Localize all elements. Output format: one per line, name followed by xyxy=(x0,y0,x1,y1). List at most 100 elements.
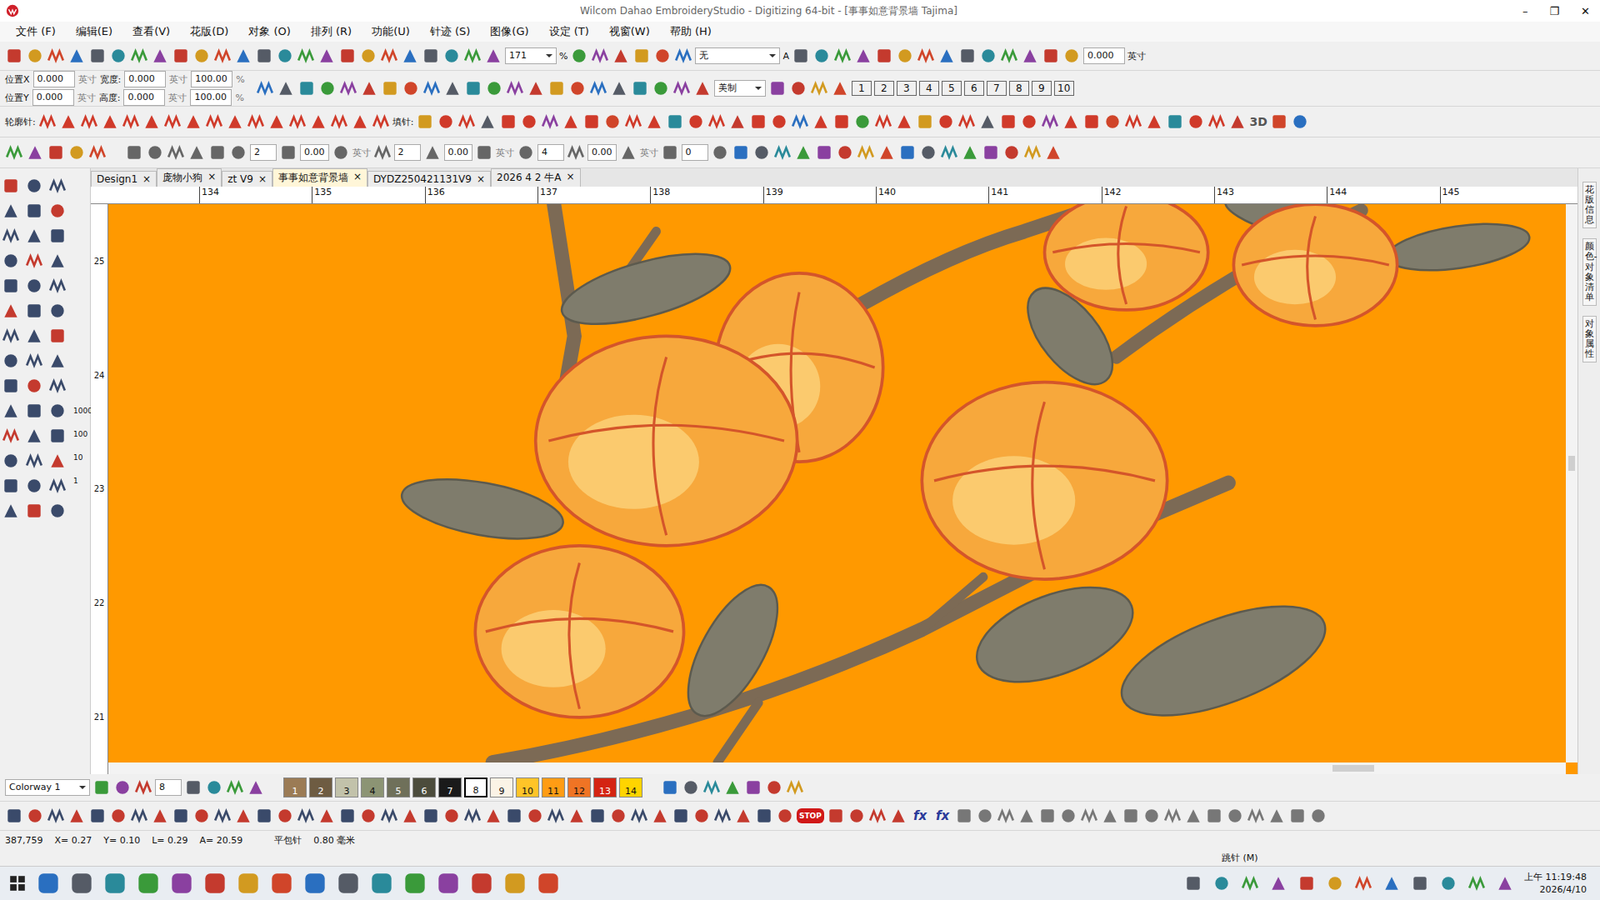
number-button[interactable]: 5 xyxy=(941,80,962,96)
tool-icon[interactable] xyxy=(1309,806,1328,825)
tool-icon[interactable] xyxy=(1145,112,1164,131)
tool-icon[interactable] xyxy=(464,79,483,98)
fx-button[interactable]: fx xyxy=(932,808,953,824)
tool-icon[interactable] xyxy=(960,143,980,162)
tool-icon[interactable] xyxy=(80,112,99,131)
tool-icon[interactable] xyxy=(978,112,997,131)
taskbar-app-icon[interactable] xyxy=(136,871,160,895)
tool-icon[interactable] xyxy=(811,112,830,131)
tool-icon[interactable] xyxy=(723,778,742,797)
tool-icon[interactable] xyxy=(48,201,67,220)
tool-icon[interactable] xyxy=(505,79,525,98)
tool-icon[interactable] xyxy=(255,79,275,98)
color-swatch[interactable]: 9 xyxy=(490,777,514,798)
tool-icon[interactable] xyxy=(288,112,307,131)
tool-icon[interactable] xyxy=(707,112,726,131)
menu-item[interactable]: 查看(V) xyxy=(125,24,178,40)
tool-icon[interactable] xyxy=(67,46,86,65)
tool-icon[interactable] xyxy=(713,806,732,825)
clock[interactable]: 上午 11:19:48 2026/4/10 xyxy=(1524,870,1592,896)
tool-icon[interactable] xyxy=(582,112,601,131)
number-button[interactable]: 3 xyxy=(896,80,917,96)
tool-icon[interactable] xyxy=(547,79,566,98)
tool-icon[interactable] xyxy=(856,143,875,162)
tool-icon[interactable] xyxy=(520,112,539,131)
tool-icon[interactable] xyxy=(1,201,20,220)
tool-icon[interactable] xyxy=(791,46,810,65)
tool-icon[interactable] xyxy=(330,112,349,131)
tool-icon[interactable] xyxy=(567,806,586,825)
tool-icon[interactable] xyxy=(38,112,57,131)
tool-icon[interactable] xyxy=(359,46,378,65)
tool-icon[interactable] xyxy=(660,778,680,797)
tool-icon[interactable] xyxy=(145,143,165,162)
tool-icon[interactable] xyxy=(765,778,784,797)
tool-icon[interactable] xyxy=(833,46,852,65)
tool-icon[interactable] xyxy=(373,143,392,162)
tool-icon[interactable] xyxy=(611,46,630,65)
step-label[interactable]: 100 xyxy=(73,430,93,439)
tool-icon[interactable] xyxy=(205,778,224,797)
taskbar-app-icon[interactable] xyxy=(436,871,460,895)
tool-icon[interactable] xyxy=(1267,806,1286,825)
tool-icon[interactable] xyxy=(255,46,274,65)
tool-icon[interactable] xyxy=(309,112,328,131)
tool-icon[interactable] xyxy=(1495,874,1515,893)
color-swatch[interactable]: 7 xyxy=(438,777,462,798)
colorway-select[interactable]: Colorway 1 xyxy=(5,779,90,796)
tool-icon[interactable] xyxy=(225,778,245,797)
tool-icon[interactable] xyxy=(25,46,45,65)
tool-icon[interactable] xyxy=(936,112,955,131)
tool-icon[interactable] xyxy=(276,79,295,98)
tool-icon[interactable] xyxy=(25,143,45,162)
tool-icon[interactable] xyxy=(25,451,44,470)
taskbar-app-icon[interactable] xyxy=(503,871,527,895)
tool-icon[interactable] xyxy=(88,46,107,65)
window-control[interactable]: ✕ xyxy=(1575,5,1595,18)
tool-icon[interactable] xyxy=(48,501,67,520)
close-tab-button[interactable]: × xyxy=(142,173,151,185)
tool-icon[interactable] xyxy=(1184,806,1203,825)
tool-icon[interactable] xyxy=(1163,806,1182,825)
tool-icon[interactable] xyxy=(134,778,153,797)
tool-icon[interactable] xyxy=(130,46,149,65)
tool-icon[interactable] xyxy=(48,376,67,395)
number-button[interactable]: 7 xyxy=(986,80,1007,96)
tool-icon[interactable] xyxy=(1041,46,1060,65)
tool-icon[interactable] xyxy=(693,79,712,98)
close-tab-button[interactable]: × xyxy=(565,170,575,185)
three-d-button[interactable]: 3D xyxy=(1249,115,1267,129)
tool-icon[interactable] xyxy=(645,112,664,131)
color-swatch[interactable]: 1 xyxy=(283,777,307,798)
tool-icon[interactable] xyxy=(1,501,20,520)
tool-icon[interactable] xyxy=(163,112,182,131)
number-button[interactable]: 9 xyxy=(1031,80,1052,96)
tool-icon[interactable] xyxy=(847,806,866,825)
tool-icon[interactable] xyxy=(317,806,336,825)
close-tab-button[interactable]: × xyxy=(476,173,485,185)
tool-icon[interactable] xyxy=(421,46,440,65)
tool-icon[interactable] xyxy=(999,112,1018,131)
taskbar-app-icon[interactable] xyxy=(170,871,194,895)
tool-icon[interactable] xyxy=(812,46,831,65)
window-control[interactable]: – xyxy=(1517,5,1534,18)
taskbar-app-icon[interactable] xyxy=(203,871,227,895)
document-tab[interactable]: 事事如意背景墙× xyxy=(272,168,368,187)
tool-icon[interactable] xyxy=(731,143,750,162)
tool-icon[interactable] xyxy=(1062,46,1081,65)
effect-field[interactable]: 0.00 xyxy=(444,144,474,161)
tool-icon[interactable] xyxy=(568,79,587,98)
value-field[interactable]: 0.000 xyxy=(1083,47,1125,65)
tool-icon[interactable] xyxy=(768,79,787,98)
tool-icon[interactable] xyxy=(442,46,461,65)
side-tab[interactable]: 花版信息 xyxy=(1582,181,1597,229)
tool-icon[interactable] xyxy=(1121,806,1140,825)
number-button[interactable]: 1 xyxy=(851,80,872,96)
tool-icon[interactable] xyxy=(46,143,65,162)
tool-icon[interactable] xyxy=(955,806,974,825)
tool-icon[interactable] xyxy=(1,426,20,445)
tool-icon[interactable] xyxy=(773,143,792,162)
tool-icon[interactable] xyxy=(297,79,316,98)
tool-icon[interactable] xyxy=(88,806,107,825)
document-tab[interactable]: DYDZ250421131V9× xyxy=(367,170,491,187)
